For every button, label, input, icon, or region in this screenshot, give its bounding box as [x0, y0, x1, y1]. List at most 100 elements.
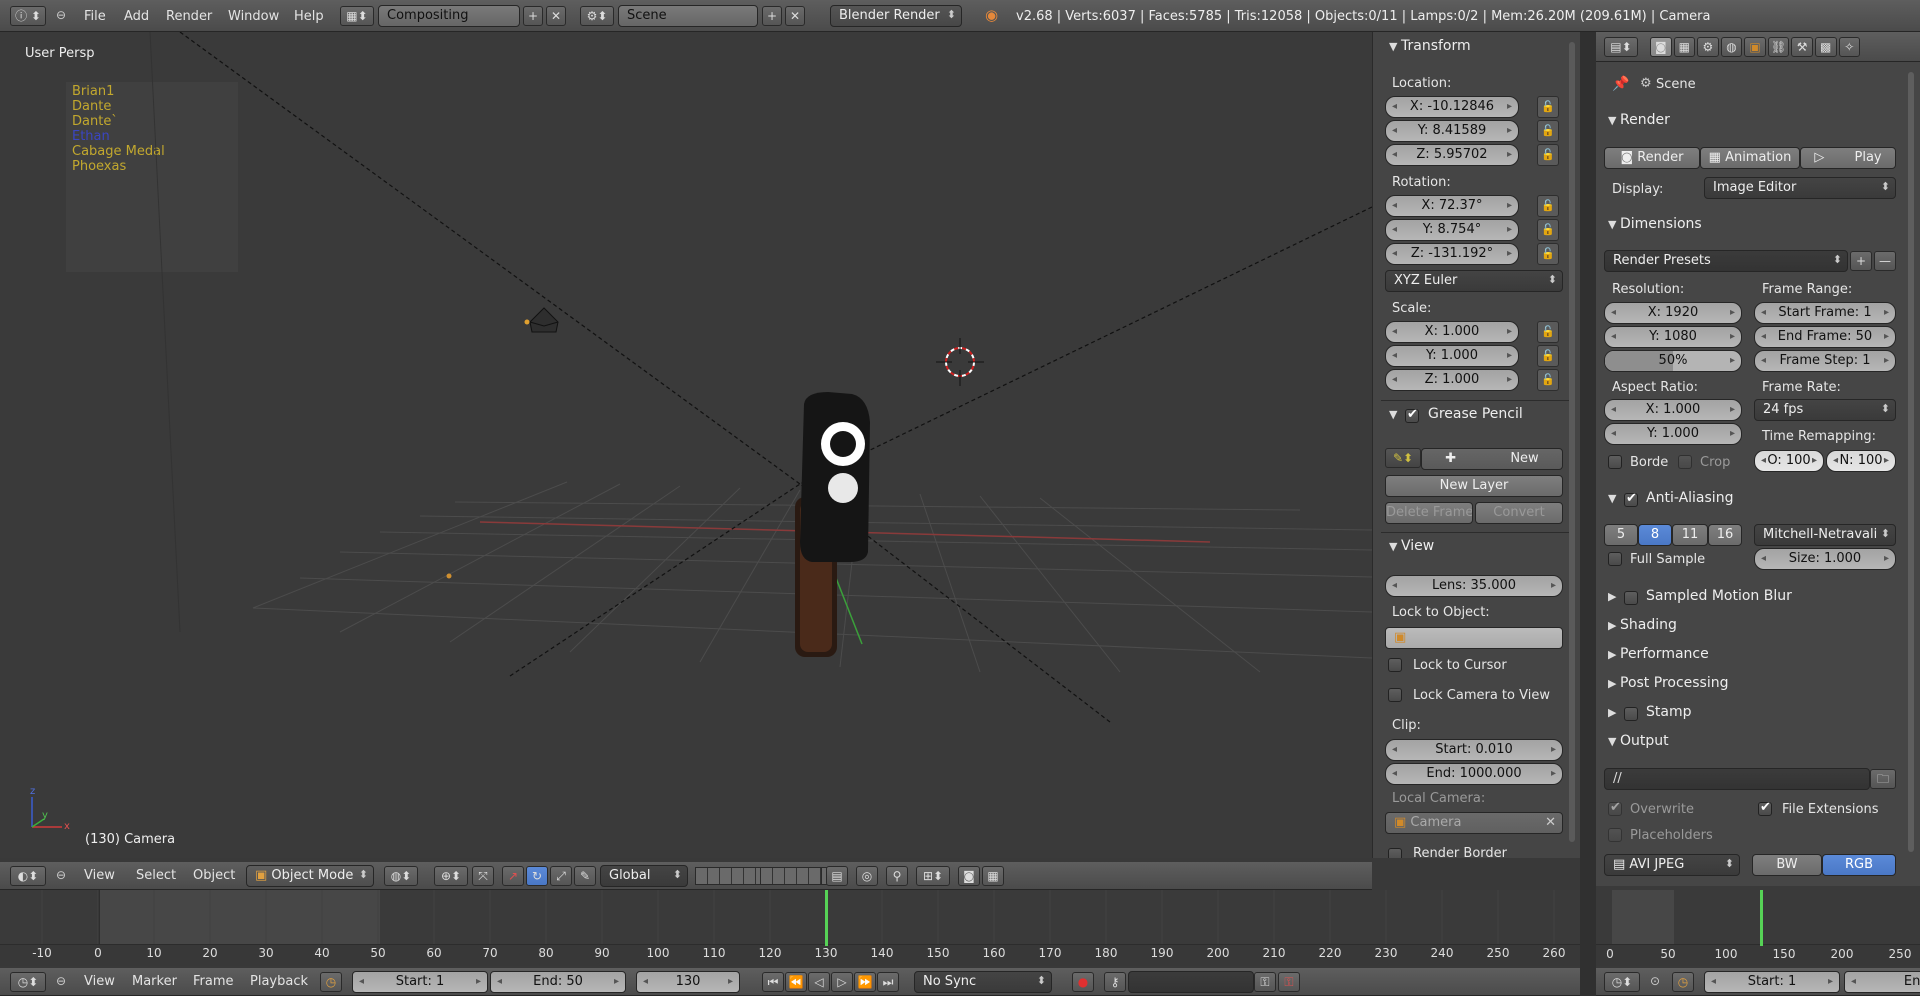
- play-button[interactable]: ▷ Play: [1800, 147, 1896, 169]
- aa-samples-11[interactable]: 11: [1672, 524, 1708, 546]
- rotation-x-field[interactable]: X: 72.37°: [1385, 195, 1519, 217]
- location-y-field[interactable]: Y: 8.41589: [1385, 120, 1519, 142]
- render-still-icon[interactable]: ◙: [958, 866, 980, 886]
- rotation-y-field[interactable]: Y: 8.754°: [1385, 219, 1519, 241]
- clip-end-field[interactable]: End: 1000.000: [1385, 763, 1563, 785]
- time-remap-old-field[interactable]: ·O: 100·: [1754, 450, 1824, 472]
- collapse-menu-icon[interactable]: ⊖: [56, 8, 66, 22]
- next-keyframe-icon[interactable]: ⏩: [854, 972, 876, 992]
- display-select[interactable]: Image Editor: [1704, 177, 1896, 199]
- lock-rotation-x-icon[interactable]: 🔓: [1537, 195, 1559, 217]
- render-panel-header[interactable]: ▼ Render: [1608, 112, 1670, 128]
- transform-header[interactable]: ▼ Transform: [1389, 38, 1471, 54]
- performance-header[interactable]: ▶ Performance: [1608, 646, 1709, 662]
- texture-tab-icon[interactable]: ▩: [1814, 37, 1837, 57]
- orientation-select[interactable]: Global: [600, 865, 688, 887]
- current-frame-field[interactable]: 130: [636, 971, 740, 993]
- color-bw-button[interactable]: BW: [1752, 854, 1822, 876]
- resolution-y-field[interactable]: Y: 1080: [1604, 326, 1742, 348]
- scale-z-field[interactable]: Z: 1.000: [1385, 369, 1519, 391]
- new-grease-button[interactable]: ✚ New: [1421, 448, 1563, 470]
- properties-scrollbar[interactable]: [1908, 72, 1914, 852]
- menu-add[interactable]: Add: [124, 9, 149, 24]
- snap-icon[interactable]: ⚲: [886, 866, 908, 886]
- snap-element-icon[interactable]: ⊞⬍: [916, 866, 950, 886]
- info-editor-icon[interactable]: ⓘ ⬍: [10, 6, 46, 26]
- lock-scale-y-icon[interactable]: 🔓: [1537, 345, 1559, 367]
- collapse-header-icon[interactable]: ⊖: [56, 868, 66, 882]
- convert-button[interactable]: Convert: [1475, 502, 1563, 524]
- render-button[interactable]: ◙ Render: [1604, 147, 1700, 169]
- 3d-viewport[interactable]: User Persp Brian1 Dante Dante` Ethan Cabage …: [0, 32, 1372, 858]
- insert-keyframe-icon[interactable]: ⚿: [1254, 972, 1276, 992]
- timeline-playhead[interactable]: [825, 890, 828, 946]
- sync-mode-select[interactable]: No Sync: [914, 971, 1052, 993]
- aa-filter-select[interactable]: Mitchell-Netravali: [1754, 524, 1896, 546]
- lock-location-x-icon[interactable]: 🔓: [1537, 96, 1559, 118]
- add-preset-icon[interactable]: +: [1850, 251, 1872, 271]
- delete-keyframe-icon[interactable]: ⚿: [1278, 972, 1300, 992]
- scene-field[interactable]: Scene: [618, 5, 758, 27]
- crop-checkbox[interactable]: [1678, 455, 1692, 469]
- physics-tab-icon[interactable]: ✧: [1838, 37, 1861, 57]
- location-z-field[interactable]: Z: 5.95702: [1385, 144, 1519, 166]
- secondary-end-field[interactable]: End:: [1844, 971, 1920, 993]
- render-border-checkbox[interactable]: [1388, 848, 1402, 858]
- lock-object-field[interactable]: ▣: [1385, 627, 1563, 649]
- timeline-start-field[interactable]: Start: 1: [352, 971, 488, 993]
- frame-rate-select[interactable]: 24 fps: [1754, 399, 1896, 421]
- full-sample-checkbox[interactable]: [1608, 552, 1622, 566]
- screen-layout-field[interactable]: Compositing: [378, 5, 520, 27]
- file-format-select[interactable]: ▤ AVI JPEG: [1604, 854, 1740, 876]
- secondary-editor-icon[interactable]: ◷⬍: [1604, 972, 1640, 992]
- aa-samples-5[interactable]: 5: [1604, 524, 1638, 546]
- preview-range-icon[interactable]: ◷: [320, 972, 342, 992]
- transform-space-icon[interactable]: ✎: [574, 866, 596, 886]
- render-layers-tab-icon[interactable]: ▦: [1673, 37, 1696, 57]
- object-tab-icon[interactable]: ▣: [1744, 37, 1766, 57]
- keying-set-icon[interactable]: ⚷: [1104, 972, 1126, 992]
- object-mode-select[interactable]: ▣ Object Mode: [246, 865, 374, 887]
- scene-tab-icon[interactable]: ⚙: [1697, 37, 1719, 57]
- resolution-x-field[interactable]: X: 1920: [1604, 302, 1742, 324]
- lock-location-y-icon[interactable]: 🔓: [1537, 120, 1559, 142]
- stamp-header[interactable]: ▶: [1608, 704, 1620, 720]
- rotation-mode-select[interactable]: XYZ Euler: [1385, 270, 1563, 292]
- collapse-timeline-icon[interactable]: ⊖: [56, 974, 66, 988]
- frame-step-field[interactable]: Frame Step: 1: [1754, 350, 1896, 372]
- scene-icon[interactable]: ⚙⬍: [580, 6, 614, 26]
- border-checkbox[interactable]: [1608, 455, 1622, 469]
- secondary-playhead[interactable]: [1759, 890, 1763, 946]
- file-extensions-checkbox[interactable]: [1758, 800, 1772, 816]
- output-header[interactable]: ▼ Output: [1608, 733, 1669, 749]
- color-rgb-button[interactable]: RGB: [1822, 854, 1896, 876]
- lens-field[interactable]: Lens: 35.000: [1385, 575, 1563, 597]
- render-anim-icon[interactable]: ▦: [982, 866, 1004, 886]
- lock-scale-x-icon[interactable]: 🔓: [1537, 321, 1559, 343]
- area-divider[interactable]: [1580, 32, 1596, 996]
- lock-location-z-icon[interactable]: 🔓: [1537, 144, 1559, 166]
- screen-layout-icon[interactable]: ▦⬍: [340, 6, 374, 26]
- lock-to-cursor-checkbox[interactable]: [1388, 658, 1402, 672]
- pin-icon[interactable]: 📌: [1612, 76, 1629, 92]
- local-camera-field[interactable]: ▣ Camera ✕: [1385, 812, 1563, 834]
- grease-pencil-header[interactable]: ▼: [1389, 406, 1401, 422]
- sampled-motion-blur-checkbox[interactable]: [1624, 591, 1638, 605]
- menu-frame[interactable]: Frame: [193, 974, 234, 989]
- secondary-start-field[interactable]: Start: 1: [1704, 971, 1840, 993]
- properties-editor-icon[interactable]: ▤⬍: [1604, 37, 1638, 57]
- record-icon[interactable]: ●: [1072, 972, 1094, 992]
- scale-icon[interactable]: ⤢: [550, 866, 572, 886]
- pencil-icon[interactable]: ✎⬍: [1385, 448, 1421, 468]
- overwrite-checkbox[interactable]: [1608, 800, 1622, 816]
- proportional-edit-icon[interactable]: ◎: [856, 866, 878, 886]
- world-tab-icon[interactable]: ◍: [1720, 37, 1743, 57]
- secondary-range-icon[interactable]: ◷: [1672, 972, 1694, 992]
- context-tabs[interactable]: ◙ ▦ ⚙ ◍ ▣ ⛓ ⚒ ▩ ✧: [1650, 37, 1861, 57]
- rotate-icon[interactable]: ↻: [526, 866, 548, 886]
- anti-aliasing-header[interactable]: ▼: [1608, 490, 1620, 506]
- scale-y-field[interactable]: Y: 1.000: [1385, 345, 1519, 367]
- lock-rotation-y-icon[interactable]: 🔓: [1537, 219, 1559, 241]
- folder-browse-icon[interactable]: 🗀: [1870, 769, 1896, 789]
- timeline-editor-icon[interactable]: ◷⬍: [10, 972, 46, 992]
